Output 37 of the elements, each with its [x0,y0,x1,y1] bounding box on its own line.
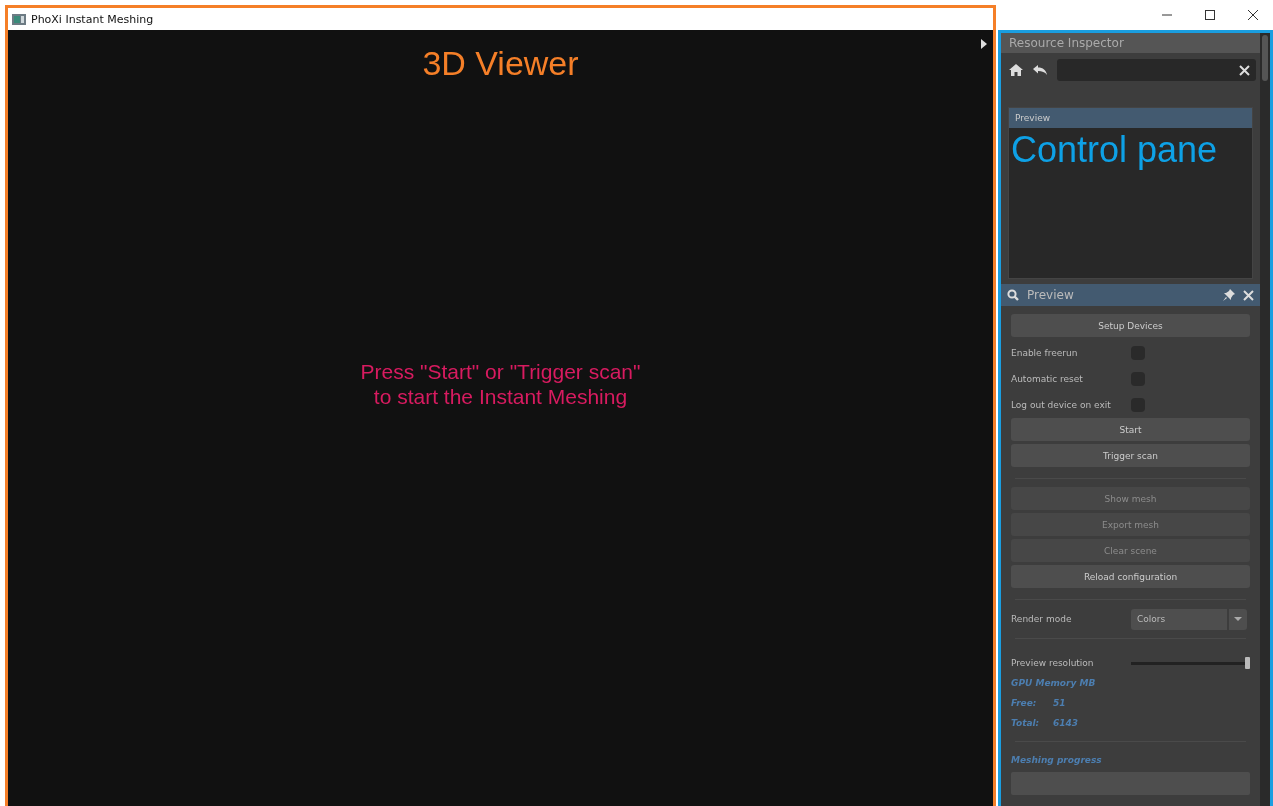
stat-label: Total: [1011,718,1041,728]
stat-label: Free: [1011,698,1038,708]
stat-value: 6143 [1053,718,1079,728]
viewer-annotation: 3D Viewer [422,44,579,83]
pin-icon[interactable] [1223,289,1235,301]
panel-button[interactable]: Reload configuration [1011,565,1250,588]
checkbox-label: Automatic reset [1011,374,1084,384]
close-icon[interactable] [1248,10,1258,20]
maximize-icon[interactable] [1205,10,1215,20]
app-icon [12,13,26,25]
expand-arrow-icon[interactable] [981,39,987,49]
render-mode-dropdown[interactable]: Colors [1131,608,1227,630]
slider-thumb[interactable] [1245,657,1250,669]
panel-button[interactable]: Start [1011,418,1250,441]
field-label: Render mode [1011,614,1073,624]
caret-icon [1234,617,1242,621]
preview-header: Preview [1009,108,1252,128]
checkbox-label: Log out device on exit [1011,400,1112,410]
info-label: GPU Memory MB [1011,677,1097,690]
field-label: Preview resolution [1011,658,1095,668]
inspector-header: Resource Inspector [1001,33,1260,53]
search-field[interactable] [1057,59,1256,81]
dropdown-button[interactable] [1229,608,1247,630]
info-label: Meshing progress [1011,754,1103,767]
panel-button[interactable]: Setup Devices [1011,314,1250,337]
viewer-message: Press "Start" or "Trigger scan" to start the Instant Meshing [360,359,641,410]
home-icon[interactable] [1009,64,1023,76]
window-title: PhoXi Instant Meshing [31,12,154,26]
panel-title: Preview [1027,288,1075,302]
pane-annotation: Control pane [1010,128,1219,172]
back-icon[interactable] [1033,65,1047,75]
checkbox-label: Enable freerun [1011,348,1079,358]
scrollbar[interactable] [1260,33,1270,806]
panel-button[interactable]: Trigger scan [1011,444,1250,467]
clear-icon[interactable] [1239,64,1250,76]
stat-value: 51 [1053,698,1066,708]
search-icon [1007,289,1019,301]
